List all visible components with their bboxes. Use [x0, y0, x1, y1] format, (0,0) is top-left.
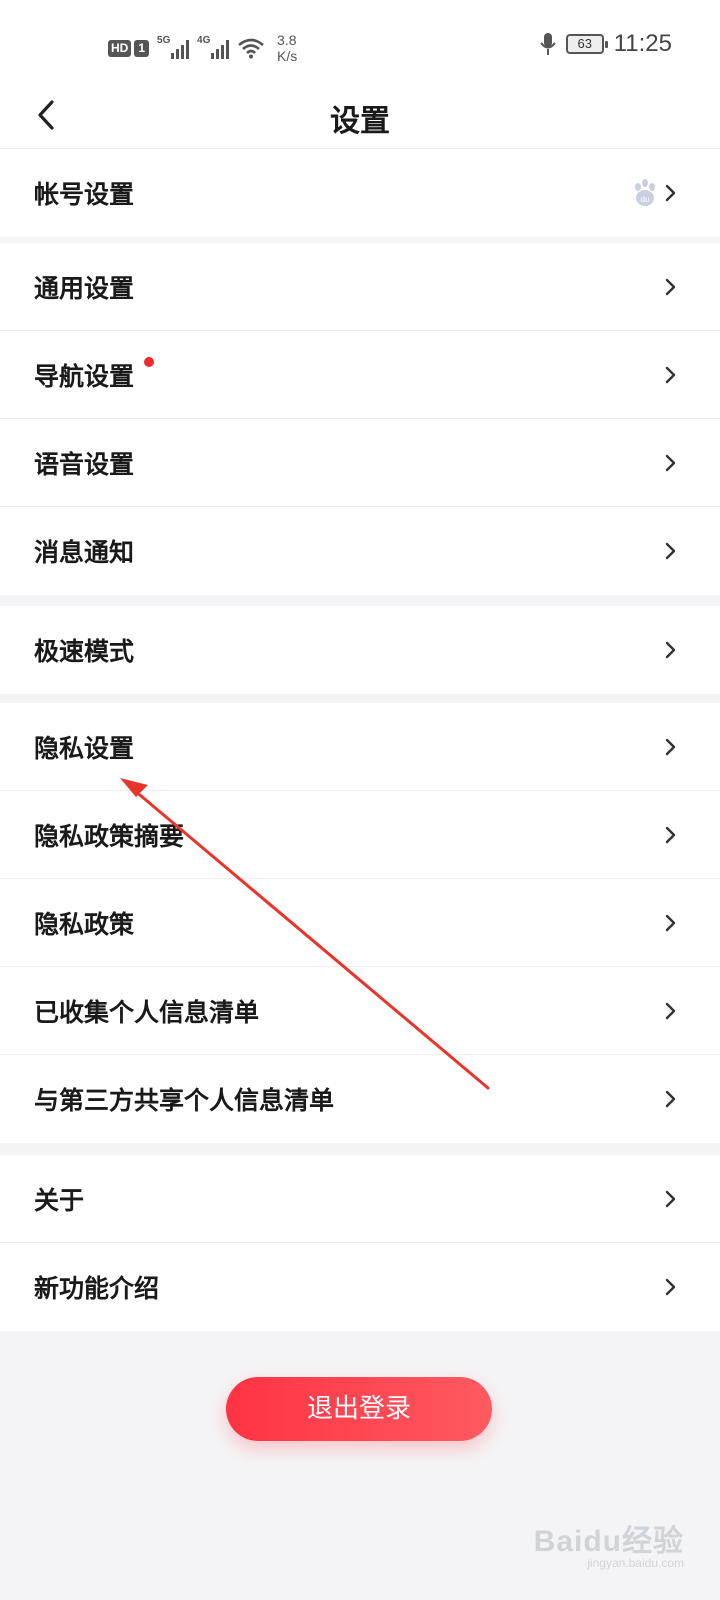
- microphone-icon: [539, 33, 556, 55]
- status-left: HD 1 5G 4G 3.8 K/s: [108, 32, 297, 64]
- chevron-right-icon: [665, 738, 676, 755]
- setting-row-navigation[interactable]: 导航设置: [0, 331, 720, 419]
- settings-group-speed: 极速模式: [0, 606, 720, 694]
- setting-row-third-party-sharing[interactable]: 与第三方共享个人信息清单: [0, 1055, 720, 1143]
- setting-label: 隐私政策: [34, 909, 135, 939]
- signal-4g-icon: 4G: [197, 35, 230, 59]
- setting-row-speed-mode[interactable]: 极速模式: [0, 606, 720, 694]
- watermark-brand: Baidu经验: [533, 1525, 684, 1558]
- page-title: 设置: [330, 104, 390, 139]
- setting-row-new-features[interactable]: 新功能介绍: [0, 1243, 720, 1331]
- sim-badge: 1: [134, 39, 150, 57]
- setting-label: 语音设置: [34, 449, 135, 479]
- chevron-right-icon: [665, 914, 676, 931]
- chevron-right-icon: [665, 366, 676, 383]
- net-speed: 3.8 K/s: [277, 32, 297, 64]
- settings-group-privacy: 隐私设置 隐私政策摘要 隐私政策 已收集个人信息清单 与第三方共享个人信息清单: [0, 703, 720, 1143]
- network-type-4g: 4G: [197, 35, 211, 46]
- chevron-right-icon: [665, 278, 676, 295]
- setting-row-account[interactable]: 帐号设置 du: [0, 149, 720, 237]
- net-speed-unit: K/s: [277, 48, 298, 64]
- setting-row-collected-info[interactable]: 已收集个人信息清单: [0, 967, 720, 1055]
- setting-label: 新功能介绍: [34, 1274, 160, 1303]
- chevron-right-icon: [665, 641, 676, 659]
- new-badge-dot: [144, 357, 154, 367]
- clock: 11:25: [613, 30, 672, 57]
- chevron-right-icon: [665, 1190, 676, 1207]
- chevron-right-icon: [665, 826, 676, 843]
- setting-label: 极速模式: [34, 637, 135, 666]
- wifi-icon: [238, 38, 264, 59]
- status-right: 63 11:25: [539, 30, 672, 58]
- chevron-right-icon: [665, 184, 676, 202]
- setting-row-privacy-policy[interactable]: 隐私政策: [0, 879, 720, 967]
- setting-row-general[interactable]: 通用设置: [0, 243, 720, 331]
- setting-label: 隐私政策摘要: [34, 821, 185, 851]
- setting-label: 隐私设置: [34, 733, 135, 763]
- hd-badge: HD: [108, 39, 132, 57]
- baidu-paw-icon: du: [635, 179, 655, 206]
- setting-label: 消息通知: [34, 538, 135, 567]
- network-type-5g: 5G: [157, 35, 171, 46]
- chevron-right-icon: [665, 1090, 676, 1108]
- settings-group-general: 通用设置 导航设置 语音设置 消息通知: [0, 243, 720, 595]
- net-speed-value: 3.8: [277, 32, 297, 48]
- setting-label: 与第三方共享个人信息清单: [34, 1086, 335, 1115]
- setting-label: 已收集个人信息清单: [34, 997, 260, 1027]
- settings-group-account: 帐号设置 du: [0, 149, 720, 237]
- setting-row-voice[interactable]: 语音设置: [0, 419, 720, 507]
- battery-icon: 63: [565, 34, 608, 54]
- logout-button[interactable]: 退出登录: [226, 1377, 492, 1441]
- setting-label: 导航设置: [34, 361, 135, 391]
- chevron-right-icon: [665, 1278, 676, 1296]
- watermark-url: jingyan.baidu.com: [587, 1556, 684, 1570]
- svg-text:du: du: [641, 195, 650, 204]
- chevron-right-icon: [665, 542, 676, 560]
- setting-label: 关于: [34, 1185, 85, 1215]
- setting-row-notifications[interactable]: 消息通知: [0, 507, 720, 595]
- status-bar: HD 1 5G 4G 3.8 K/s 63 11:25: [0, 0, 720, 90]
- chevron-right-icon: [665, 1002, 676, 1019]
- settings-group-about: 关于 新功能介绍: [0, 1155, 720, 1331]
- header: 设置: [0, 90, 720, 149]
- setting-label: 通用设置: [34, 273, 135, 303]
- chevron-right-icon: [665, 454, 676, 471]
- signal-5g-icon: 5G: [157, 35, 190, 59]
- setting-label: 帐号设置: [34, 180, 135, 209]
- setting-row-privacy[interactable]: 隐私设置: [0, 703, 720, 791]
- setting-row-about[interactable]: 关于: [0, 1155, 720, 1243]
- setting-row-privacy-summary[interactable]: 隐私政策摘要: [0, 791, 720, 879]
- watermark: Baidu经验 jingyan.baidu.com: [533, 1516, 684, 1570]
